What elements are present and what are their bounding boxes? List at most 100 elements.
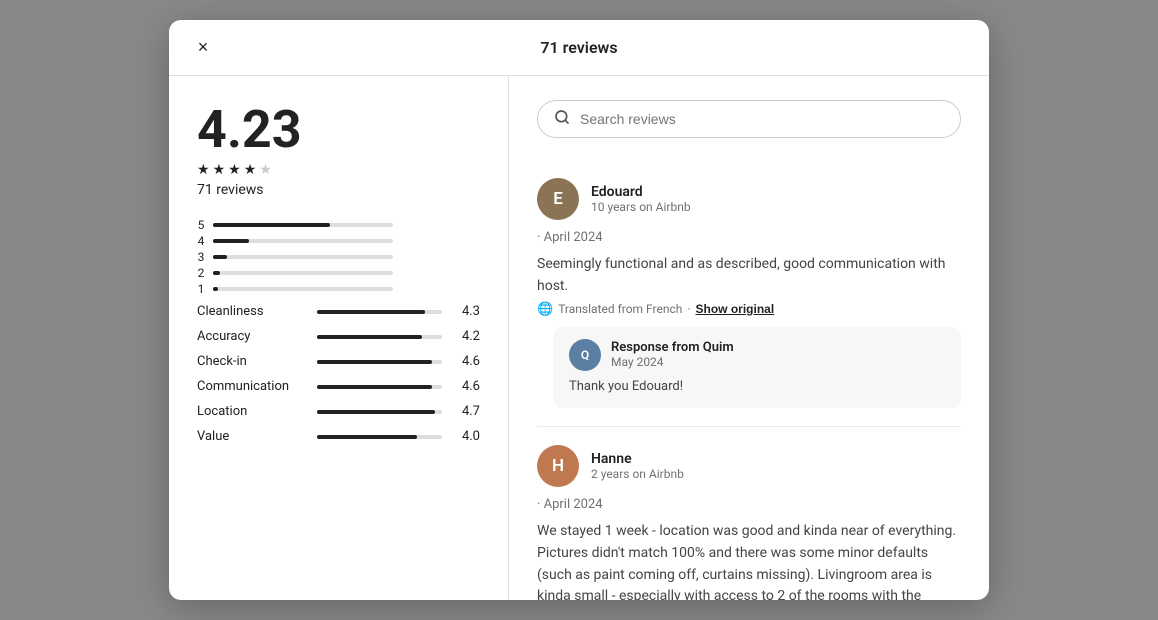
search-icon <box>554 109 570 129</box>
bar-label: 3 <box>197 250 205 264</box>
category-label: Check-in <box>197 354 307 369</box>
left-panel: 4.23 ★ ★ ★ ★ ★ 71 reviews 5 4 <box>169 76 509 600</box>
category-score: 4.6 <box>452 379 480 394</box>
modal-backdrop: × 71 reviews 4.23 ★ ★ ★ ★ ★ 71 reviews <box>0 0 1158 620</box>
category-bar-fill <box>317 435 417 439</box>
category-bar-track <box>317 335 442 339</box>
bar-fill <box>213 223 330 227</box>
category-bar-fill <box>317 385 432 389</box>
translated-badge: 🌐 Translated from French · Show original <box>537 302 961 317</box>
close-icon: × <box>198 37 209 58</box>
category-label: Accuracy <box>197 329 307 344</box>
star-3: ★ <box>228 162 241 178</box>
response-name: Response from Quim <box>611 340 734 355</box>
bar-fill <box>213 255 227 259</box>
reviews-count: 71 reviews <box>197 182 264 198</box>
review-date: · April 2024 <box>537 228 961 248</box>
response-block: Q Response from Quim May 2024 Thank you … <box>553 327 961 409</box>
bar-track <box>213 287 393 291</box>
star-5: ★ <box>259 162 272 178</box>
search-bar[interactable] <box>537 100 961 138</box>
category-row: Value 4.0 <box>197 429 480 444</box>
divider: · <box>687 302 690 316</box>
category-bar-track <box>317 435 442 439</box>
translated-label: Translated from French <box>558 302 682 316</box>
review-card: H Hanne 2 years on Airbnb · April 2024 W… <box>537 427 961 600</box>
modal-body: 4.23 ★ ★ ★ ★ ★ 71 reviews 5 4 <box>169 76 989 600</box>
review-body: Seemingly functional and as described, g… <box>537 254 961 297</box>
category-bar-track <box>317 410 442 414</box>
reviewer-avatar: H <box>537 445 579 487</box>
reviews-list: E Edouard 10 years on Airbnb · April 202… <box>537 160 961 600</box>
bar-fill <box>213 287 218 291</box>
category-label: Value <box>197 429 307 444</box>
bar-track <box>213 271 393 275</box>
category-row: Check-in 4.6 <box>197 354 480 369</box>
overall-bar-row: 3 <box>197 250 480 264</box>
category-row: Location 4.7 <box>197 404 480 419</box>
category-score: 4.6 <box>452 354 480 369</box>
category-score: 4.0 <box>452 429 480 444</box>
show-original-button[interactable]: Show original <box>696 302 775 316</box>
category-label: Location <box>197 404 307 419</box>
star-2: ★ <box>213 162 226 178</box>
category-bar-track <box>317 310 442 314</box>
overall-rating-block: 4.23 ★ ★ ★ ★ ★ 71 reviews <box>197 104 480 198</box>
category-row: Communication 4.6 <box>197 379 480 394</box>
stars-display: ★ ★ ★ ★ ★ <box>197 162 272 178</box>
right-panel: E Edouard 10 years on Airbnb · April 202… <box>509 76 989 600</box>
category-score: 4.3 <box>452 304 480 319</box>
bar-label: 1 <box>197 282 205 296</box>
response-header: Q Response from Quim May 2024 <box>569 339 945 371</box>
translate-icon: 🌐 <box>537 302 553 317</box>
reviewer-info: Hanne 2 years on Airbnb <box>591 451 684 481</box>
reviewer-header: H Hanne 2 years on Airbnb <box>537 445 961 487</box>
overall-bar-row: 1 <box>197 282 480 296</box>
response-avatar: Q <box>569 339 601 371</box>
response-meta: Response from Quim May 2024 <box>611 340 734 369</box>
bar-label: 5 <box>197 218 205 232</box>
reviewer-meta: 10 years on Airbnb <box>591 200 691 214</box>
bar-fill <box>213 239 249 243</box>
modal-title: 71 reviews <box>540 38 617 57</box>
category-label: Communication <box>197 379 307 394</box>
category-row: Accuracy 4.2 <box>197 329 480 344</box>
reviewer-meta: 2 years on Airbnb <box>591 467 684 481</box>
review-date: · April 2024 <box>537 495 961 515</box>
review-card: E Edouard 10 years on Airbnb · April 202… <box>537 160 961 427</box>
overall-bars: 5 4 3 2 1 <box>197 218 480 296</box>
review-body: We stayed 1 week - location was good and… <box>537 521 961 600</box>
bar-fill <box>213 271 220 275</box>
category-bar-fill <box>317 335 422 339</box>
category-score: 4.2 <box>452 329 480 344</box>
star-4: ★ <box>244 162 257 178</box>
overall-bar-row: 4 <box>197 234 480 248</box>
reviewer-avatar: E <box>537 178 579 220</box>
star-1: ★ <box>197 162 210 178</box>
reviews-modal: × 71 reviews 4.23 ★ ★ ★ ★ ★ 71 reviews <box>169 20 989 600</box>
bar-track <box>213 239 393 243</box>
category-bar-fill <box>317 360 432 364</box>
bar-label: 4 <box>197 234 205 248</box>
reviewer-header: E Edouard 10 years on Airbnb <box>537 178 961 220</box>
reviewer-name: Edouard <box>591 184 691 200</box>
response-text: Thank you Edouard! <box>569 377 945 397</box>
bar-track <box>213 255 393 259</box>
category-bar-track <box>317 360 442 364</box>
category-score: 4.7 <box>452 404 480 419</box>
category-bar-fill <box>317 410 435 414</box>
category-bar-fill <box>317 310 425 314</box>
category-label: Cleanliness <box>197 304 307 319</box>
search-input[interactable] <box>580 111 944 127</box>
bar-track <box>213 223 393 227</box>
modal-header: × 71 reviews <box>169 20 989 76</box>
category-bar-track <box>317 385 442 389</box>
close-button[interactable]: × <box>187 32 219 64</box>
overall-bar-row: 5 <box>197 218 480 232</box>
overall-bar-row: 2 <box>197 266 480 280</box>
category-ratings: Cleanliness 4.3 Accuracy 4.2 Check-in 4.… <box>197 304 480 444</box>
response-date: May 2024 <box>611 355 734 369</box>
category-row: Cleanliness 4.3 <box>197 304 480 319</box>
reviewer-name: Hanne <box>591 451 684 467</box>
bar-label: 2 <box>197 266 205 280</box>
